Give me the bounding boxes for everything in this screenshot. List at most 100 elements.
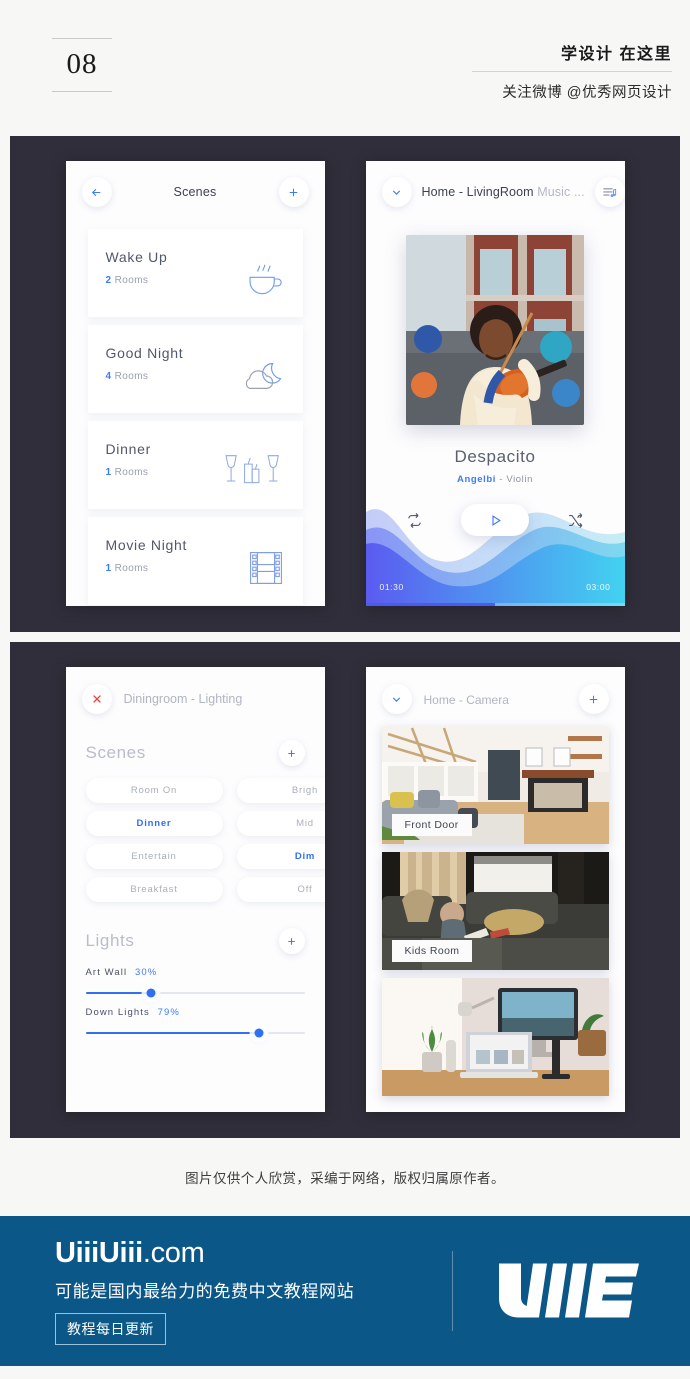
add-scene-button[interactable] bbox=[278, 177, 309, 207]
play-icon bbox=[491, 514, 501, 526]
scene-room-count: 4 bbox=[105, 371, 112, 382]
add-light-button[interactable] bbox=[278, 928, 305, 954]
scene-chip[interactable]: Mid bbox=[236, 811, 325, 836]
slider-knob[interactable] bbox=[146, 988, 156, 998]
light-slider-row: Art Wall 30% bbox=[66, 967, 325, 998]
room-mode: Lighting bbox=[198, 692, 243, 706]
plus-icon bbox=[589, 695, 598, 703]
camera-title-separator: - bbox=[455, 692, 467, 707]
footer-logo: UiiiUiii.com bbox=[55, 1237, 354, 1270]
light-slider-label: Art Wall 30% bbox=[86, 967, 305, 978]
rule-bottom bbox=[52, 91, 112, 92]
page-header: 08 学设计 在这里 关注微博 @优秀网页设计 bbox=[0, 0, 690, 136]
light-slider-row: Down Lights 79% bbox=[66, 1007, 325, 1038]
album-art bbox=[406, 235, 584, 425]
elapsed-time: 01:30 bbox=[379, 582, 404, 592]
plus-icon bbox=[288, 937, 295, 945]
repeat-icon[interactable] bbox=[406, 512, 423, 529]
add-camera-button[interactable] bbox=[578, 684, 609, 714]
slider-fill bbox=[85, 992, 152, 994]
scene-room-unit: Rooms bbox=[114, 467, 149, 478]
room-name: Diningroom bbox=[123, 692, 188, 706]
list-item[interactable]: Movie Night 1 Rooms bbox=[87, 517, 303, 605]
scene-room-count: 1 bbox=[105, 467, 112, 478]
light-name: Down Lights bbox=[85, 1007, 150, 1018]
brightness-slider[interactable] bbox=[85, 988, 305, 998]
list-item[interactable]: Wake Up 2 Rooms bbox=[87, 229, 303, 317]
queue-button[interactable] bbox=[594, 177, 625, 207]
footer-logo-tld: .com bbox=[142, 1237, 205, 1269]
list-item[interactable]: Dinner 1 Rooms bbox=[87, 421, 303, 509]
chevron-down-icon bbox=[392, 189, 401, 195]
wine-candle-icon bbox=[221, 450, 285, 495]
close-button[interactable] bbox=[81, 684, 112, 714]
camera-title-main: Home bbox=[423, 692, 456, 707]
music-location-title: Home - LivingRoom Music ... bbox=[422, 185, 585, 199]
scene-room-count: 1 bbox=[105, 563, 112, 574]
page-title: Scenes bbox=[173, 185, 217, 199]
footer-divider bbox=[452, 1251, 453, 1331]
scenes-list: Wake Up 2 Rooms Good Night 4 Rooms Dinne… bbox=[66, 229, 325, 605]
scene-chips-right-column: Brigh Mid Dim Off bbox=[236, 778, 325, 902]
list-item[interactable]: Front Door bbox=[381, 726, 609, 844]
track-title: Despacito bbox=[454, 447, 536, 466]
page-number-block: 08 bbox=[52, 38, 112, 92]
back-button[interactable] bbox=[81, 177, 112, 207]
progress-bar[interactable] bbox=[365, 603, 625, 606]
artist-instrument: Violin bbox=[506, 474, 533, 485]
scene-chip[interactable]: Entertain bbox=[85, 844, 223, 869]
street-violinist-photo bbox=[406, 235, 584, 425]
collapse-button[interactable] bbox=[381, 684, 412, 714]
artist-name: Angelbi bbox=[457, 474, 497, 485]
add-scene-button[interactable] bbox=[278, 740, 305, 766]
scene-chips-left-column: Room On Dinner Entertain Breakfast bbox=[85, 778, 223, 902]
artist-separator: - bbox=[496, 474, 507, 485]
plus-icon bbox=[288, 749, 295, 757]
scene-chip[interactable]: Dinner bbox=[85, 811, 223, 836]
desk-with-laptop-monitor-photo bbox=[381, 978, 609, 1096]
shuffle-icon[interactable] bbox=[567, 512, 584, 529]
brightness-slider[interactable] bbox=[85, 1028, 305, 1038]
light-value: 30% bbox=[134, 967, 158, 978]
scene-chip[interactable]: Brigh bbox=[236, 778, 325, 803]
showcase-panel-top: Scenes Wake Up 2 Rooms Good Night 4 Room… bbox=[10, 136, 680, 632]
scenes-section-header: Scenes bbox=[66, 740, 325, 766]
camera-title-dim: Camera bbox=[466, 692, 509, 707]
slider-knob[interactable] bbox=[254, 1028, 263, 1038]
slider-fill bbox=[85, 1032, 259, 1034]
camera-label: Front Door bbox=[391, 814, 472, 836]
light-slider-label: Down Lights 79% bbox=[86, 1007, 305, 1018]
scenes-topbar: Scenes bbox=[66, 161, 325, 207]
footer-badge: 教程每日更新 bbox=[55, 1313, 166, 1345]
brand-subtitle: 关注微博 @优秀网页设计 bbox=[502, 85, 672, 101]
phone-scenes-screen: Scenes Wake Up 2 Rooms Good Night 4 Room… bbox=[65, 161, 325, 606]
scene-chip[interactable]: Off bbox=[236, 877, 325, 902]
phone-music-screen: Home - LivingRoom Music ... Despacito An… bbox=[365, 161, 625, 606]
music-title-main: Home - LivingRoom bbox=[421, 185, 534, 199]
camera-topbar: Home - Camera bbox=[366, 667, 625, 714]
room-title: Diningroom - Lighting bbox=[124, 692, 243, 706]
camera-title: Home - Camera bbox=[424, 692, 567, 707]
list-item[interactable]: Good Night 4 Rooms bbox=[87, 325, 303, 413]
site-footer: UiiiUiii.com 可能是国内最给力的免费中文教程网站 教程每日更新 bbox=[0, 1216, 690, 1366]
camera-label: Kids Room bbox=[391, 940, 473, 962]
chevron-down-icon bbox=[392, 696, 401, 702]
list-item[interactable]: Kids Room bbox=[381, 852, 609, 970]
collapse-button[interactable] bbox=[381, 177, 412, 207]
scene-room-unit: Rooms bbox=[114, 275, 149, 286]
list-item[interactable] bbox=[381, 978, 609, 1096]
film-strip-icon bbox=[247, 550, 285, 591]
page-number: 08 bbox=[66, 48, 98, 80]
image-caption: 图片仅供个人欣赏，采编于网络，版权归属原作者。 bbox=[185, 1171, 505, 1186]
lights-section-title: Lights bbox=[85, 931, 135, 950]
scene-chip[interactable]: Room On bbox=[85, 778, 223, 803]
play-button[interactable] bbox=[461, 504, 529, 536]
scene-chip[interactable]: Dim bbox=[236, 844, 325, 869]
phone-camera-screen: Home - Camera Front Door Kids Room bbox=[365, 667, 625, 1112]
brand-divider bbox=[472, 71, 672, 72]
player-controls bbox=[366, 504, 625, 536]
scene-room-unit: Rooms bbox=[114, 563, 149, 574]
scene-chip[interactable]: Breakfast bbox=[85, 877, 223, 902]
lights-section-header: Lights bbox=[66, 928, 325, 954]
moon-cloud-icon bbox=[239, 358, 285, 399]
